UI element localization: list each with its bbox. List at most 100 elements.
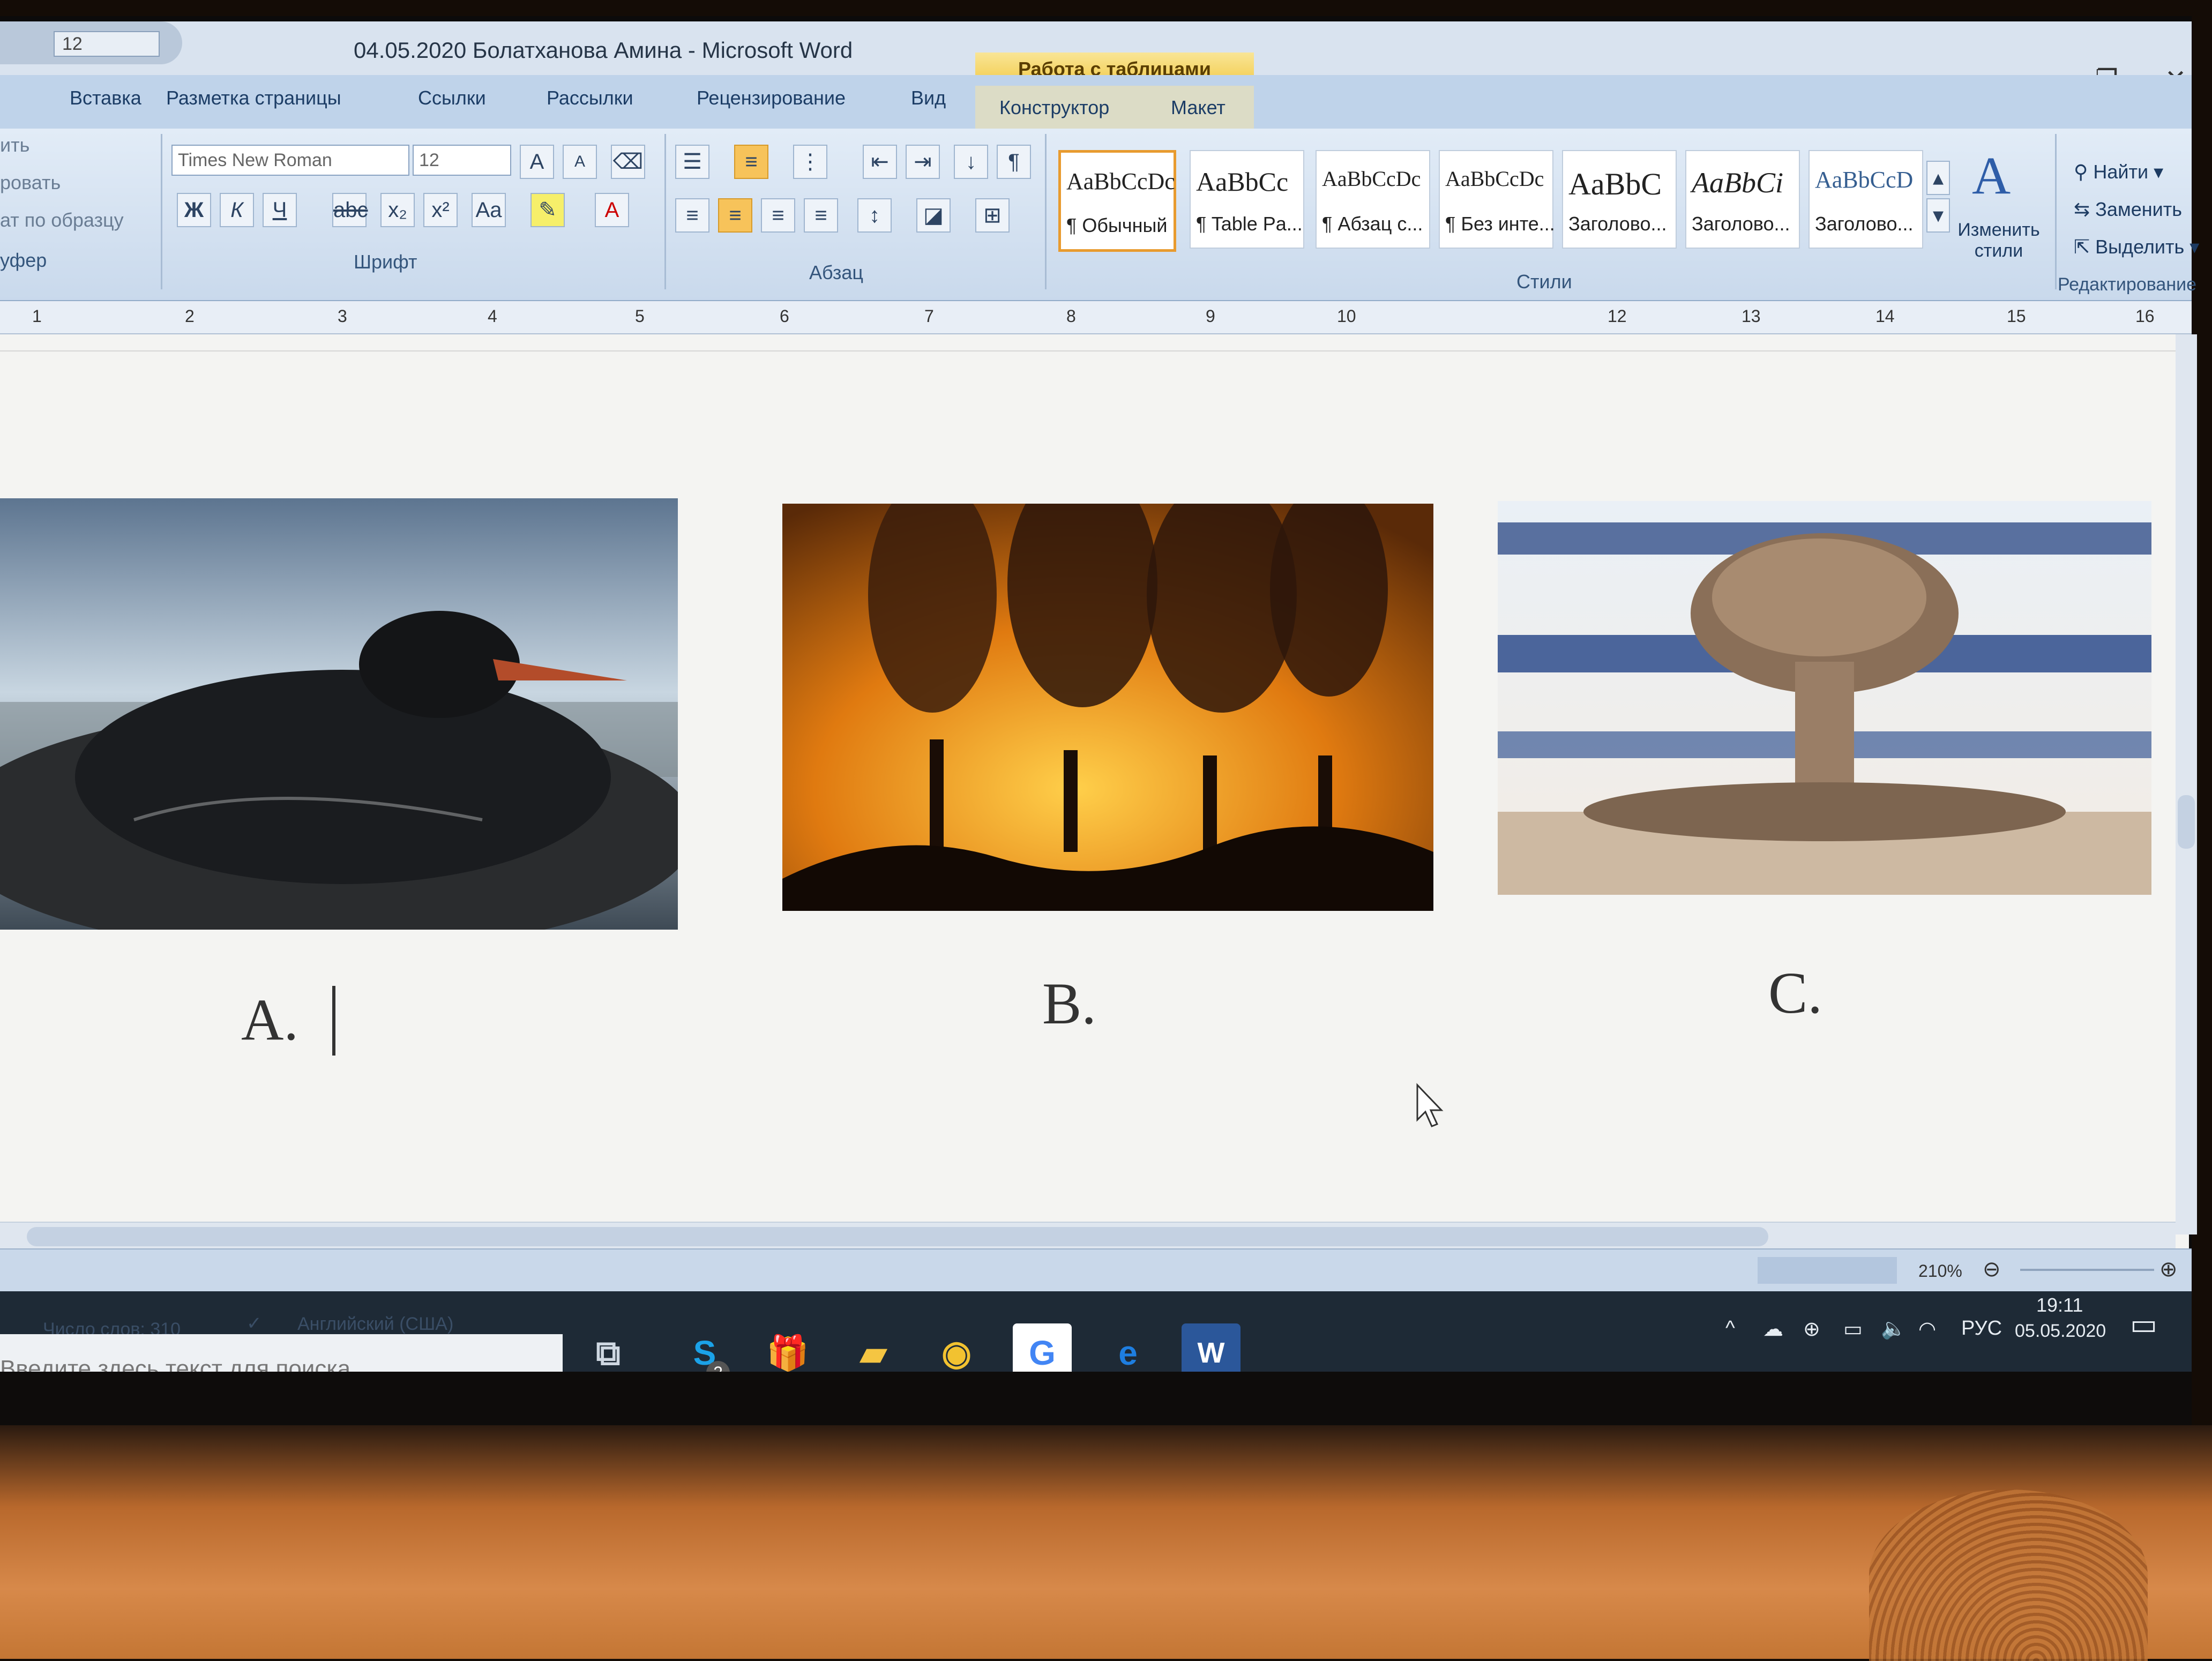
- clipboard-group-label: уфер: [0, 249, 47, 271]
- justify-icon[interactable]: ≡: [804, 198, 838, 233]
- show-marks-icon[interactable]: ¶: [997, 145, 1031, 179]
- zoom-slider[interactable]: [2020, 1269, 2154, 1271]
- volume-icon[interactable]: 🔈: [1881, 1317, 1906, 1341]
- clock-time[interactable]: 19:11: [2036, 1294, 2083, 1316]
- styles-scroll-up-icon[interactable]: ▴: [1926, 161, 1950, 195]
- tab-page-layout[interactable]: Разметка страницы: [166, 87, 341, 109]
- ribbon: ить ровать ат по образцу уфер Times New …: [0, 129, 2199, 302]
- bullets-icon[interactable]: ☰: [675, 145, 709, 179]
- find-button[interactable]: ⚲ Найти ▾: [2074, 161, 2163, 183]
- align-right-icon[interactable]: ≡: [761, 198, 795, 233]
- format-painter-button[interactable]: ат по образцу: [0, 209, 124, 231]
- tab-insert[interactable]: Вставка: [70, 87, 141, 109]
- onedrive-icon[interactable]: ☁: [1763, 1317, 1783, 1341]
- style-list-paragraph[interactable]: AaBbCcDc ¶ Абзац с...: [1316, 150, 1430, 249]
- superscript-icon[interactable]: x²: [423, 193, 458, 227]
- clear-format-icon[interactable]: ⌫: [611, 145, 645, 179]
- replace-button[interactable]: ⇆ Заменить: [2074, 198, 2182, 221]
- style-sample: AaBbCcD: [1815, 167, 1914, 193]
- image-oiled-bird[interactable]: [0, 498, 678, 930]
- horizontal-ruler[interactable]: 1 2 3 4 5 6 7 8 9 10 12 13 14 15 16: [0, 301, 2192, 334]
- zoom-in-icon[interactable]: ⊕: [2159, 1257, 2178, 1282]
- change-styles-button[interactable]: Изменить стили: [1951, 220, 2047, 261]
- spellcheck-icon[interactable]: ✓: [246, 1313, 262, 1334]
- mouse-pointer-icon: [1415, 1082, 1447, 1133]
- style-heading-1[interactable]: AaBbC Заголово...: [1562, 150, 1677, 249]
- ribbon-tabs: Вставка Разметка страницы Ссылки Рассылк…: [0, 75, 2192, 130]
- zoom-level[interactable]: 210%: [1918, 1261, 1962, 1281]
- font-color-icon[interactable]: A: [595, 193, 629, 227]
- style-normal[interactable]: AaBbCcDc ¶ Обычный: [1058, 150, 1176, 252]
- style-table-paragraph[interactable]: AaBbCc ¶ Table Pa...: [1190, 150, 1304, 249]
- font-family-combo[interactable]: Times New Roman: [171, 145, 409, 176]
- tab-references[interactable]: Ссылки: [418, 87, 486, 109]
- zoom-out-icon[interactable]: ⊖: [1983, 1257, 2001, 1282]
- select-button[interactable]: ⇱ Выделить ▾: [2074, 236, 2199, 258]
- grow-font-icon[interactable]: A: [520, 145, 554, 179]
- bold-icon[interactable]: Ж: [177, 193, 211, 227]
- caption-c: C.: [1768, 960, 1822, 1026]
- italic-icon[interactable]: К: [220, 193, 254, 227]
- tab-mailings[interactable]: Рассылки: [547, 87, 633, 109]
- style-heading-3[interactable]: AaBbCcD Заголово...: [1809, 150, 1923, 249]
- status-bar: 210% ⊖ ⊕: [0, 1248, 2192, 1292]
- ruler-number: 2: [185, 306, 195, 326]
- wifi-icon[interactable]: ◠: [1918, 1317, 1936, 1341]
- ruler-number: 9: [1206, 306, 1215, 326]
- ruler-number: 7: [924, 306, 934, 326]
- tab-review[interactable]: Рецензирование: [697, 87, 846, 109]
- style-heading-2[interactable]: AaBbCi Заголово...: [1685, 150, 1800, 249]
- style-sample: AaBbCcDc: [1322, 167, 1421, 191]
- tab-view[interactable]: Вид: [911, 87, 946, 109]
- align-left-icon[interactable]: ≡: [675, 198, 709, 233]
- ruler-number: 14: [1875, 306, 1895, 326]
- sort-icon[interactable]: ↓: [954, 145, 988, 179]
- battery-icon[interactable]: ▭: [1843, 1317, 1863, 1341]
- shrink-font-icon[interactable]: A: [563, 145, 597, 179]
- ruler-number: 10: [1337, 306, 1356, 326]
- view-buttons[interactable]: [1758, 1257, 1897, 1284]
- speaker-grille: [1869, 1490, 2148, 1661]
- editing-group-label: Редактирование: [2058, 274, 2197, 295]
- qat-font-size[interactable]: 12: [54, 31, 160, 57]
- font-size-combo[interactable]: 12: [413, 145, 511, 176]
- tab-design[interactable]: Конструктор: [999, 96, 1109, 119]
- underline-icon[interactable]: Ч: [263, 193, 297, 227]
- increase-indent-icon[interactable]: ⇥: [906, 145, 940, 179]
- styles-more-icon[interactable]: ▾: [1926, 198, 1950, 233]
- align-center-icon[interactable]: ≡: [718, 198, 752, 233]
- subscript-icon[interactable]: x₂: [380, 193, 415, 227]
- multilevel-list-icon[interactable]: ⋮: [793, 145, 827, 179]
- paste-button[interactable]: ить: [0, 134, 29, 156]
- image-factory-smoke[interactable]: [782, 504, 1433, 911]
- style-sample: AaBbC: [1568, 167, 1662, 201]
- caption-b: B.: [1042, 971, 1096, 1036]
- copy-button[interactable]: ровать: [0, 171, 61, 194]
- change-styles-icon[interactable]: A: [1972, 145, 2011, 206]
- network-app-icon[interactable]: ⊕: [1803, 1317, 1820, 1341]
- ruler-number: 13: [1742, 306, 1761, 326]
- notifications-icon[interactable]: ▭: [2130, 1307, 2157, 1341]
- quick-access-toolbar[interactable]: 12: [0, 21, 182, 64]
- image-mushroom-cloud[interactable]: [1498, 501, 2151, 895]
- language-indicator[interactable]: Английский (США): [297, 1314, 453, 1335]
- numbering-icon[interactable]: ≡: [734, 145, 768, 179]
- decrease-indent-icon[interactable]: ⇤: [863, 145, 897, 179]
- borders-icon[interactable]: ⊞: [975, 198, 1010, 233]
- window-title: 04.05.2020 Болатханова Амина - Microsoft…: [354, 38, 853, 63]
- style-name: ¶ Table Pa...: [1196, 213, 1303, 235]
- vertical-scrollbar[interactable]: [2176, 334, 2197, 1234]
- shading-icon[interactable]: ◪: [916, 198, 951, 233]
- style-name: ¶ Абзац с...: [1322, 213, 1423, 235]
- horizontal-scroll-thumb[interactable]: [27, 1227, 1768, 1246]
- style-no-spacing[interactable]: AaBbCcDc ¶ Без инте...: [1439, 150, 1555, 249]
- highlight-icon[interactable]: ✎: [530, 193, 565, 227]
- input-language[interactable]: РУС: [1961, 1317, 2002, 1340]
- strikethrough-icon[interactable]: abc: [332, 193, 368, 227]
- change-case-icon[interactable]: Aa: [472, 193, 506, 227]
- line-spacing-icon[interactable]: ↕: [857, 198, 892, 233]
- tab-layout[interactable]: Макет: [1171, 96, 1225, 119]
- clock-date[interactable]: 05.05.2020: [2015, 1321, 2106, 1342]
- tray-expand-icon[interactable]: ^: [1725, 1317, 1735, 1340]
- vertical-scroll-thumb[interactable]: [2178, 795, 2195, 849]
